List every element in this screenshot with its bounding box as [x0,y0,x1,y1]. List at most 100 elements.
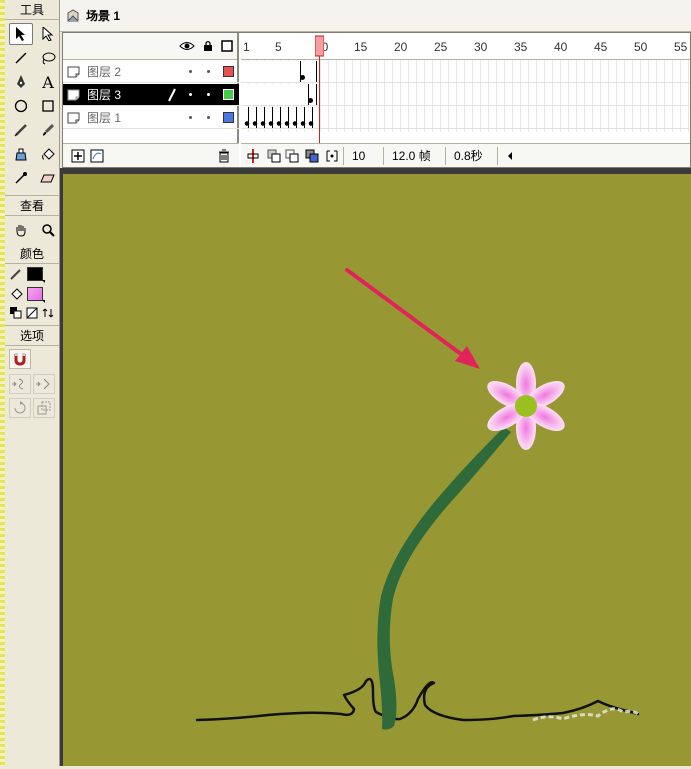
brush-tool[interactable] [36,119,60,141]
swap-colors-button[interactable] [41,306,55,320]
visibility-dot[interactable] [189,116,192,119]
ink-bottle-tool[interactable] [9,143,33,165]
lock-dot[interactable] [207,116,210,119]
layer-page-icon [67,66,80,77]
layer-color-box[interactable] [223,66,234,77]
frame-ruler[interactable]: 1 5 10 15 20 25 30 35 40 45 50 55 [241,33,690,60]
zoom-tool[interactable] [36,219,60,241]
pencil-icon [168,88,176,102]
layer-color-box[interactable] [223,112,234,123]
fill-bucket-icon [11,288,23,300]
text-tool[interactable]: A [36,71,60,93]
straighten-button[interactable] [33,374,55,394]
onion-skin-outlines-icon[interactable] [285,149,299,163]
stroke-pencil-icon [10,269,21,280]
line-tool[interactable] [9,47,33,69]
frame-row[interactable] [241,61,690,83]
frame-row[interactable] [241,107,690,129]
layer-color-box[interactable] [223,89,234,100]
layer-row[interactable]: 图层 1 [63,107,239,129]
frame-span[interactable] [241,61,301,82]
layers-footer [63,143,239,167]
magnet-icon [14,353,26,366]
keyframe-dot [300,75,305,80]
stroke-color-swatch[interactable] [27,267,45,283]
playhead[interactable] [315,33,324,143]
layers-header [63,33,237,60]
layer-row[interactable]: 图层 2 [63,61,239,83]
stage-drawing [195,268,640,730]
view-tools [5,216,59,244]
default-colors-button[interactable] [9,306,23,320]
pen-tool[interactable] [9,71,33,93]
options-section-title: 选项 [5,326,59,346]
lock-icon[interactable] [203,40,213,52]
ruler-number: 1 [243,40,250,54]
scale-icon [37,401,51,415]
lock-dot[interactable] [207,93,210,96]
scene-label[interactable]: 场景 1 [86,7,120,24]
scale-button[interactable] [33,398,55,418]
tools-panel-title: 工具 [5,0,59,20]
oval-tool[interactable] [9,95,33,117]
ground-line[interactable] [195,677,640,722]
layer-row-selected[interactable]: 图层 3 [63,84,239,106]
rectangle-tool[interactable] [36,95,60,117]
edit-multiple-frames-icon[interactable] [305,149,319,163]
rotate-button[interactable] [9,398,31,418]
ruler-number: 25 [434,40,448,54]
add-layer-icon[interactable] [71,149,85,163]
frames-area: 1 5 10 15 20 25 30 35 40 45 50 55 [241,33,690,167]
frames-grid[interactable] [241,60,690,132]
straighten-icon [36,378,50,390]
layer-name[interactable]: 图层 1 [87,109,167,126]
scroll-left-icon[interactable] [506,151,514,161]
default-colors-icon [10,307,22,319]
frame-row[interactable] [241,84,690,106]
modify-onion-markers-icon[interactable] [325,149,339,163]
fill-color-swatch[interactable] [27,287,45,303]
frame-span[interactable] [241,84,309,105]
visibility-dot[interactable] [189,93,192,96]
hand-icon [16,225,26,237]
outline-toggle-icon[interactable] [221,40,233,52]
fill-color-row [5,284,59,304]
annotation-arrow [345,268,480,369]
ruler-number: 20 [394,40,408,54]
trash-icon[interactable] [218,149,230,163]
horizontal-scrollbar[interactable] [497,146,615,165]
brush-icon [43,123,55,136]
lasso-tool[interactable] [36,47,60,69]
smooth-straighten-row [5,372,59,396]
pencil-tool[interactable] [9,119,33,141]
flower-center [515,395,537,417]
layer-name[interactable]: 图层 3 [87,86,167,103]
visibility-dot[interactable] [189,70,192,73]
layers-column: 图层 2 图层 3 图层 1 [63,33,239,167]
stage-canvas[interactable] [63,174,691,766]
pencil-icon [14,124,27,137]
smooth-button[interactable] [9,374,31,394]
eye-icon[interactable] [179,41,195,51]
paint-bucket-icon [42,148,55,160]
eyedropper-tool[interactable] [9,167,33,189]
arrow-tool[interactable] [9,23,33,45]
text-tool-icon: A [42,72,54,92]
paint-bucket-tool[interactable] [36,143,60,165]
lock-dot[interactable] [207,70,210,73]
subselect-tool[interactable] [36,23,60,45]
no-color-button[interactable] [25,306,39,320]
scene-bar: 场景 1 [60,0,691,32]
snap-to-objects-button[interactable] [9,349,31,369]
keyframe-dots [243,121,315,126]
add-motion-guide-icon[interactable] [90,149,104,163]
ruler-number: 40 [554,40,568,54]
center-frame-icon[interactable] [247,148,259,163]
elapsed-time-field: 0.8秒 [445,146,497,165]
hand-tool[interactable] [9,219,33,241]
layer-name[interactable]: 图层 2 [87,63,167,80]
onion-skin-icon[interactable] [267,149,281,163]
tools-panel: 工具 A 查看 颜色 选项 [5,0,60,766]
flower-stem[interactable] [377,427,511,730]
eraser-tool[interactable] [36,167,60,189]
